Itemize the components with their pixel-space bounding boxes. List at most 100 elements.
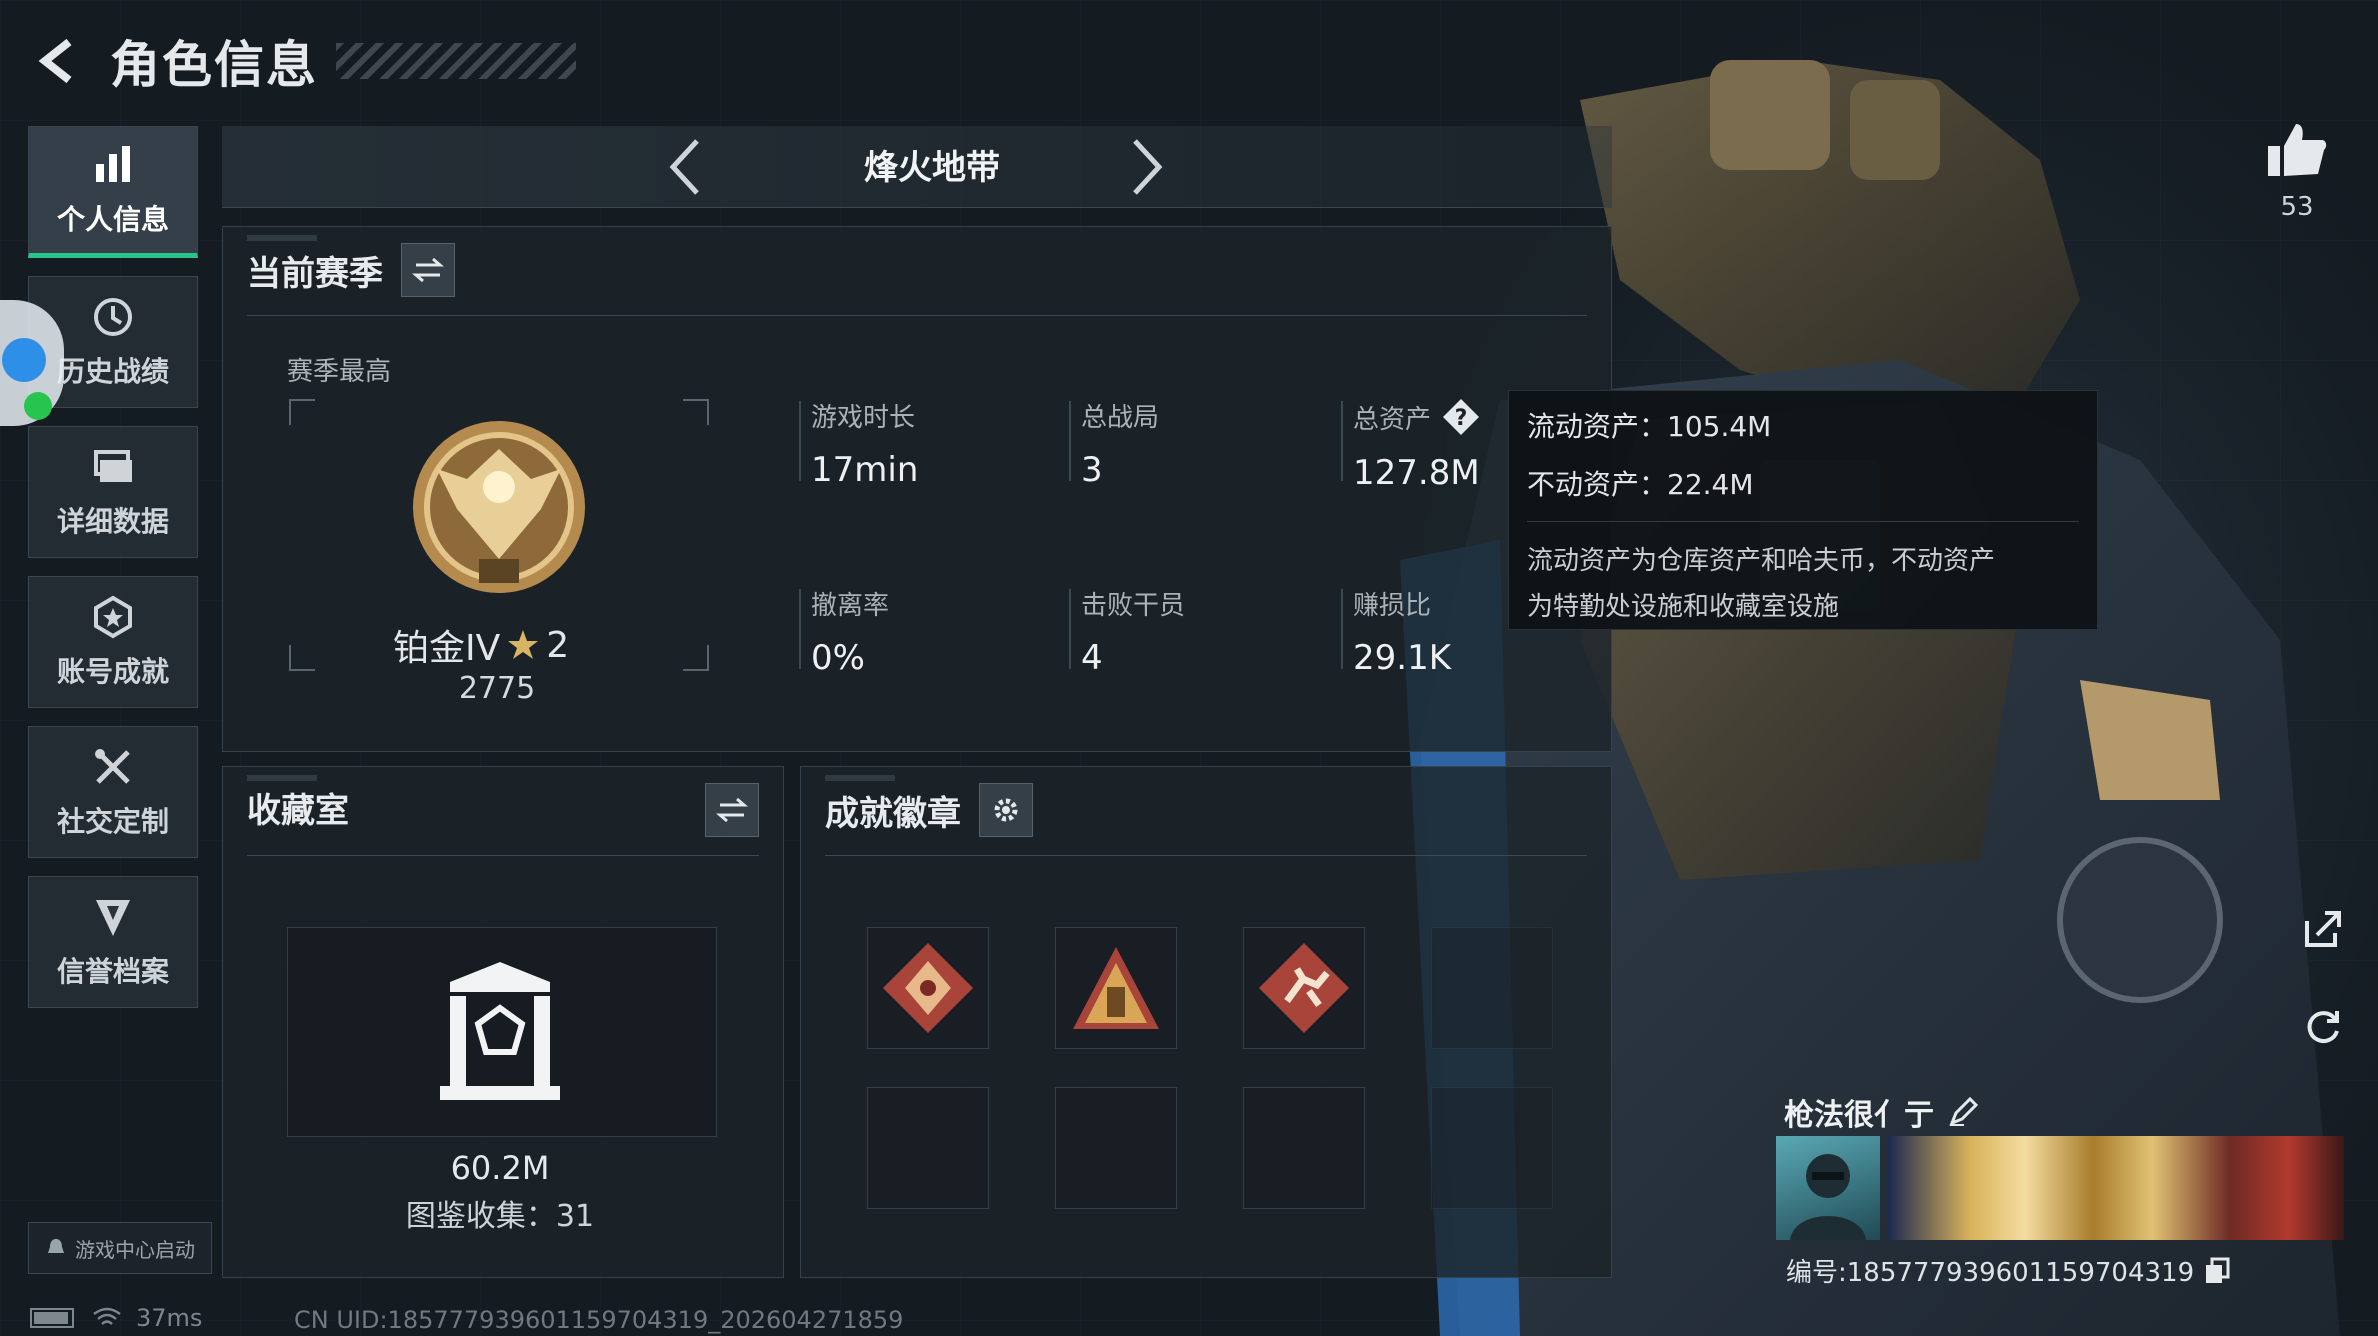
panel-tag-decoration — [247, 775, 317, 781]
collection-panel-header: 收藏室 — [247, 783, 349, 832]
battery-icon — [30, 1308, 74, 1328]
sidebar-item-achievements[interactable]: 账号成就 — [28, 576, 198, 708]
stat-label: 撤离率 — [811, 591, 890, 621]
stat-label: 总资产 — [1353, 404, 1432, 435]
rank-stars: 2 — [546, 624, 570, 666]
game-center-label: 游戏中心启动 — [75, 1237, 195, 1262]
stat-label: 赚损比 — [1353, 591, 1432, 621]
tooltip-fixed-assets: 不动资产：22.4M — [1527, 468, 1754, 501]
share-icon — [2305, 911, 2341, 947]
collection-switch-button[interactable] — [705, 783, 759, 837]
profile-card-strip[interactable] — [1776, 1136, 2344, 1240]
title-stripe-decoration — [336, 43, 576, 79]
tooltip-liquid-assets: 流动资产：105.4M — [1527, 410, 1772, 443]
tooltip-description-line-1: 流动资产为仓库资产和哈夫币，不动资产 — [1527, 546, 1996, 576]
badge-slot-empty[interactable] — [1431, 927, 1553, 1049]
wifi-signal-icon — [93, 1307, 121, 1325]
edit-pencil-icon[interactable] — [1948, 1097, 1978, 1127]
badge-slot-empty[interactable] — [867, 1087, 989, 1209]
season-panel: 当前赛季 赛季最高 铂金IV 2 2775 游戏时长 17min 总战局 3 总… — [222, 226, 1612, 752]
folder-stack-icon — [94, 450, 132, 482]
badge-slot-empty[interactable] — [1431, 1087, 1553, 1209]
badge-slot-empty[interactable] — [1243, 1087, 1365, 1209]
sidebar-item-label: 社交定制 — [56, 805, 169, 838]
panel-tag-decoration — [825, 775, 895, 781]
help-diamond-icon[interactable]: ? — [1441, 397, 1481, 437]
uid-text: CN UID:18577793960115970431​9_2026042718… — [294, 1306, 904, 1334]
achievement-star-icon — [94, 595, 132, 639]
mode-next-button[interactable] — [1114, 134, 1180, 200]
stat-value: 29.1K — [1353, 638, 1451, 678]
stat-value: 0% — [811, 638, 865, 678]
stat-label: 击败干员 — [1081, 591, 1186, 621]
badges-title: 成就徽章 — [825, 793, 961, 834]
like-widget[interactable]: 53 — [2260, 120, 2334, 222]
stat-bar — [1069, 589, 1071, 669]
collection-panel: 收藏室 60.2M 图鉴收集：31 — [222, 766, 784, 1278]
like-count: 53 — [2280, 192, 2314, 222]
stat-bar — [799, 589, 801, 669]
nickname-row: 枪法很亻亍 — [1784, 1090, 1978, 1134]
stat-label: 游戏时长 — [811, 403, 916, 433]
copy-icon[interactable] — [2204, 1257, 2230, 1285]
collection-preview[interactable] — [287, 927, 717, 1137]
device-status-bar: 37ms — [30, 1300, 202, 1336]
runner-badge-icon — [1259, 943, 1349, 1033]
back-button[interactable] — [28, 31, 88, 91]
badge-slot-dragon[interactable] — [867, 927, 989, 1049]
sidebar-item-label: 个人信息 — [56, 203, 169, 236]
mode-prev-button[interactable] — [652, 134, 718, 200]
name-card-banner[interactable] — [1888, 1136, 2344, 1240]
sidebar-item-label: 历史战绩 — [56, 355, 169, 388]
tooltip-divider — [1527, 521, 2079, 522]
rank-score: 2775 — [458, 671, 536, 706]
nickname-text: 枪法很亻亍 — [1784, 1098, 1934, 1133]
frame-corner — [683, 399, 709, 425]
sidebar-item-social[interactable]: 社交定制 — [28, 726, 198, 858]
collection-divider — [247, 855, 759, 856]
refresh-button[interactable] — [2298, 1002, 2348, 1052]
sidebar-item-label: 详细数据 — [56, 505, 169, 538]
rank-emblem-icon — [413, 421, 585, 593]
tooltip-description-line-2: 为特勤处设施和收藏室设施 — [1527, 592, 1840, 622]
dragon-badge-icon — [883, 943, 973, 1033]
share-button[interactable] — [2298, 904, 2348, 954]
badge-slot-runner[interactable] — [1243, 927, 1365, 1049]
stat-value: 3 — [1081, 450, 1103, 490]
stat-label: 总战局 — [1081, 403, 1160, 433]
credit-shield-icon — [96, 900, 130, 936]
svg-text:?: ? — [1455, 406, 1468, 431]
stat-bar — [1341, 401, 1343, 481]
thumbs-up-icon — [2268, 124, 2327, 176]
sidebar-item-details[interactable]: 详细数据 — [28, 426, 198, 558]
tools-cross-icon — [95, 749, 130, 784]
game-center-button[interactable]: 游戏中心启动 — [28, 1222, 212, 1274]
pyramid-badge-icon — [1073, 947, 1159, 1029]
assets-tooltip: 流动资产：105.4M 不动资产：22.4M 流动资产为仓库资产和哈夫币，不动资… — [1508, 390, 2098, 630]
stat-value: 17min — [811, 450, 919, 490]
stat-value: 4 — [1081, 638, 1103, 678]
avatar[interactable] — [1776, 1136, 1880, 1240]
collection-title: 收藏室 — [247, 791, 349, 831]
stat-total-assets: 总资产 ? 127.8M — [1341, 397, 1481, 493]
chevron-left-icon — [669, 139, 699, 195]
player-id-text: 编号:18577793960115970431​9 — [1786, 1258, 2195, 1288]
sidebar-item-credit[interactable]: 信誉档案 — [28, 876, 198, 1008]
ping-text: 37ms — [136, 1304, 203, 1332]
rank-name: 铂金IV 2 — [393, 619, 569, 671]
badge-slot-pyramid[interactable] — [1055, 927, 1177, 1049]
season-switch-button[interactable] — [401, 243, 455, 297]
assistant-icon — [2, 338, 46, 382]
gear-icon — [994, 798, 1018, 822]
top-header: 角色信息 — [28, 26, 576, 96]
swap-arrows-icon — [716, 797, 748, 823]
sidebar-item-personal-info[interactable]: 个人信息 — [28, 126, 198, 258]
frame-corner — [289, 399, 315, 425]
swap-arrows-icon — [412, 257, 444, 283]
badges-settings-button[interactable] — [979, 783, 1033, 837]
stat-play-time: 游戏时长 17min — [799, 397, 919, 490]
rank-name-text: 铂金IV — [393, 628, 501, 669]
stat-bar — [1341, 589, 1343, 669]
back-arrow-icon — [38, 38, 72, 84]
badge-slot-empty[interactable] — [1055, 1087, 1177, 1209]
